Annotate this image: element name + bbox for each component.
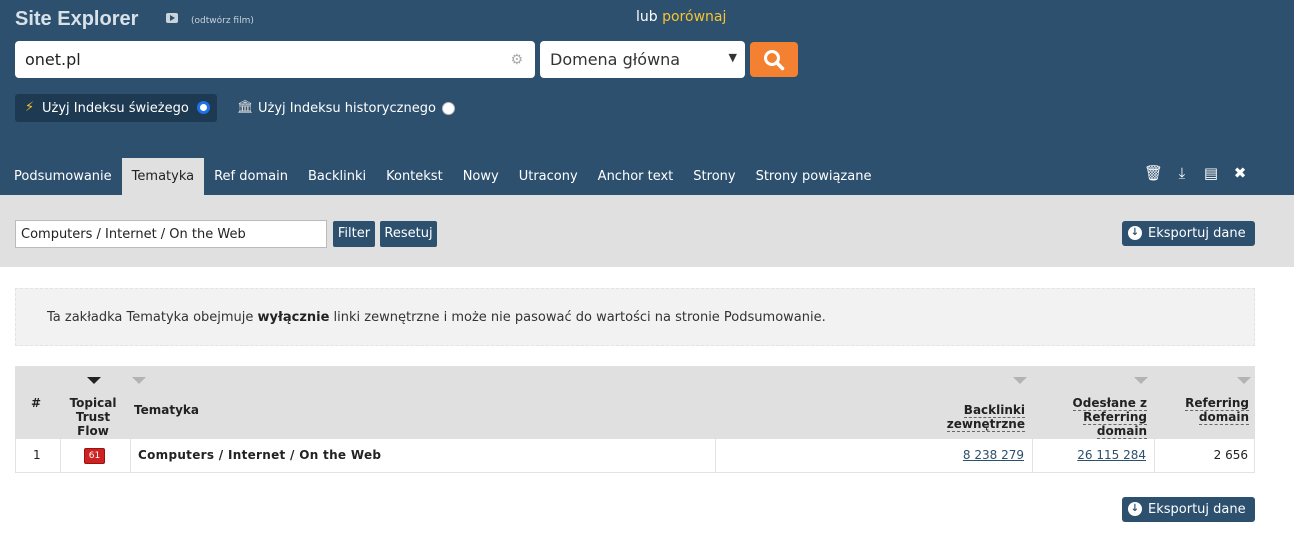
download-circle-icon: ↓: [1128, 502, 1142, 516]
col-referred[interactable]: Odesłane z Referring domain: [1045, 396, 1147, 439]
tools-icon[interactable]: ✖: [1231, 163, 1249, 183]
tab-strony-powiazane[interactable]: Strony powiązane: [746, 158, 882, 195]
col-topic[interactable]: Tematyka: [134, 403, 199, 417]
info-notice: Ta zakładka Tematyka obejmuje wyłącznie …: [15, 288, 1255, 346]
export-label: Eksportuj dane: [1148, 502, 1246, 517]
search-icon: [764, 50, 785, 71]
play-film-link[interactable]: (odtwórz film): [191, 16, 254, 26]
video-play-icon[interactable]: [166, 13, 178, 23]
row-backlinks[interactable]: 8 238 279: [956, 439, 1024, 472]
notice-bold: wyłącznie: [257, 310, 330, 325]
row-referred[interactable]: 26 115 284: [1066, 439, 1146, 472]
search-input[interactable]: [15, 41, 505, 78]
add-to-bucket-icon[interactable]: 🗑: [1144, 163, 1163, 183]
tab-strony[interactable]: Strony: [683, 158, 745, 195]
sort-icon[interactable]: [132, 377, 146, 384]
compare-prefix: lub: [636, 9, 658, 25]
col-num: #: [31, 396, 42, 410]
tab-anchor-text[interactable]: Anchor text: [588, 158, 684, 195]
lightning-icon: ⚡: [25, 100, 35, 115]
table-header: # Topical Trust Flow Tematyka Backlinki …: [15, 366, 1255, 439]
gear-icon[interactable]: ⚙: [510, 52, 523, 68]
sort-icon[interactable]: [1237, 377, 1251, 384]
col-ttf[interactable]: Topical Trust Flow: [59, 396, 127, 438]
filter-bar: Computers / Internet / On the Web Filter…: [0, 195, 1294, 267]
index-fresh-option[interactable]: ⚡ Użyj Indeksu świeżego: [15, 94, 217, 122]
compare-link[interactable]: porównaj: [662, 9, 726, 25]
sort-icon[interactable]: [1013, 377, 1027, 384]
export-button-top[interactable]: ↓ Eksportuj dane: [1122, 221, 1255, 246]
sort-icon[interactable]: [1134, 377, 1148, 384]
search-box: ⚙: [15, 41, 535, 78]
row-backlinks-link[interactable]: 8 238 279: [963, 448, 1024, 462]
index-fresh-label: Użyj Indeksu świeżego: [42, 101, 189, 116]
toolbar-icons: 🗑 ⤓ ▤ ✖: [1144, 163, 1249, 183]
compare-text: lub porównaj: [636, 9, 726, 25]
tab-kontekst[interactable]: Kontekst: [376, 158, 453, 195]
reset-button[interactable]: Resetuj: [380, 221, 437, 247]
scope-select[interactable]: Domena główna ▼: [540, 41, 745, 78]
sort-desc-icon[interactable]: [87, 377, 101, 384]
col-backlinks[interactable]: Backlinki zewnętrzne: [885, 403, 1025, 432]
topic-filter-input[interactable]: Computers / Internet / On the Web: [15, 220, 327, 248]
col-refdomains-label: Referring domain: [1185, 396, 1249, 425]
report-icon[interactable]: ▤: [1202, 163, 1220, 183]
index-historic-radio[interactable]: [442, 102, 455, 115]
download-icon[interactable]: ⤓: [1173, 163, 1191, 183]
table-row: 1 61 Computers / Internet / On the Web 8…: [15, 439, 1255, 473]
search-button[interactable]: [750, 42, 798, 77]
tab-backlinki[interactable]: Backlinki: [298, 158, 376, 195]
export-button-bottom[interactable]: ↓ Eksportuj dane: [1122, 497, 1255, 522]
col-backlinks-label: Backlinki zewnętrzne: [946, 403, 1025, 432]
bank-icon: 🏛: [237, 100, 254, 115]
export-label: Eksportuj dane: [1148, 226, 1246, 241]
index-historic-label: Użyj Indeksu historycznego: [258, 101, 436, 116]
filter-button[interactable]: Filter: [333, 221, 375, 247]
row-num: 1: [33, 448, 41, 462]
tab-utracony[interactable]: Utracony: [509, 158, 588, 195]
row-topic: Computers / Internet / On the Web: [138, 448, 382, 462]
row-referred-link[interactable]: 26 115 284: [1077, 448, 1146, 462]
site-title: Site Explorer: [15, 8, 139, 30]
index-fresh-radio[interactable]: [197, 101, 210, 114]
tab-podsumowanie[interactable]: Podsumowanie: [4, 158, 122, 195]
notice-text-after: linki zewnętrzne i może nie pasować do w…: [329, 310, 826, 325]
tab-nowy[interactable]: Nowy: [453, 158, 509, 195]
notice-text-before: Ta zakładka Tematyka obejmuje: [47, 310, 258, 325]
ttf-badge: 61: [84, 448, 105, 464]
row-refdomains: 2 656: [1213, 448, 1248, 462]
col-referred-label: Odesłane z Referring domain: [1072, 396, 1147, 439]
tab-bar: Podsumowanie Tematyka Ref domain Backlin…: [4, 158, 881, 195]
top-header: Site Explorer (odtwórz film) lub porówna…: [0, 0, 1294, 195]
tab-tematyka[interactable]: Tematyka: [121, 158, 205, 195]
scope-select-value: Domena główna: [550, 50, 681, 69]
chevron-down-icon: ▼: [728, 51, 737, 64]
tab-ref-domain[interactable]: Ref domain: [204, 158, 298, 195]
col-refdomains[interactable]: Referring domain: [1175, 396, 1249, 425]
download-circle-icon: ↓: [1128, 226, 1142, 240]
